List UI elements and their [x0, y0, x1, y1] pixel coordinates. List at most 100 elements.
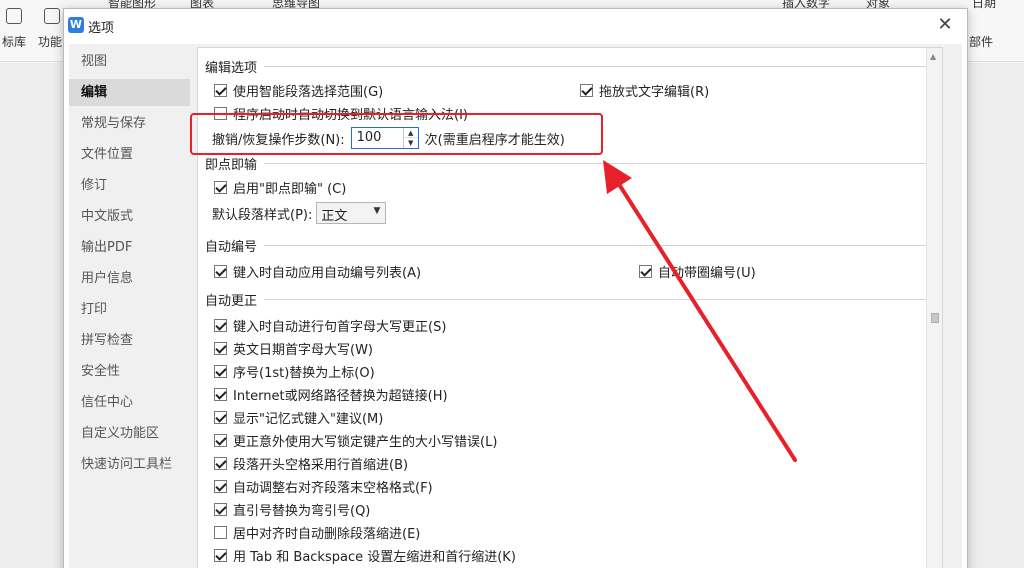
auto-ime-checkbox[interactable] — [214, 106, 227, 120]
ac-checkbox-6[interactable] — [214, 433, 227, 447]
ac-option-7[interactable]: 段落开头空格采用行首缩进(B) — [214, 454, 409, 473]
auto-correct-divider — [264, 299, 936, 300]
ac-option-4[interactable]: Internet或网络路径替换为超链接(H) — [214, 385, 448, 404]
sidebar-item-quick-access[interactable]: 快速访问工具栏 — [69, 451, 190, 478]
bg-tool-library[interactable]: 标库 — [2, 33, 26, 50]
bg-tool-date[interactable]: 日期 — [972, 0, 996, 11]
ac-label-7: 段落开头空格采用行首缩进(B) — [233, 457, 409, 473]
ac-label-5: 显示"记忆式键入"建议(M) — [233, 411, 384, 427]
spinner-down-arrow-icon[interactable]: ▼ — [404, 138, 418, 148]
sidebar-item-chinese-layout[interactable]: 中文版式 — [69, 203, 190, 230]
ac-option-11[interactable]: 用 Tab 和 Backspace 设置左缩进和首行缩进(K) — [214, 546, 516, 565]
circled-number-label: 自动带圈编号(U) — [658, 265, 756, 281]
options-content-panel: 编辑选项 使用智能段落选择范围(G) 拖放式文字编辑(R) 程序启动时自动切换到… — [197, 47, 943, 568]
dialog-body: 视图 编辑 常规与保存 文件位置 修订 中文版式 输出PDF 用户信息 打印 拼… — [69, 44, 962, 568]
ac-option-8[interactable]: 自动调整右对齐段落末空格格式(F) — [214, 477, 433, 496]
ac-checkbox-11[interactable] — [214, 548, 227, 562]
ac-option-3[interactable]: 序号(1st)替换为上标(O) — [214, 362, 375, 381]
auto-list-option[interactable]: 键入时自动应用自动编号列表(A) — [214, 262, 421, 281]
spinner-up-arrow-icon[interactable]: ▲ — [403, 128, 418, 138]
undo-steps-suffix: 次(需重启程序才能生效) — [424, 132, 565, 148]
ac-checkbox-5[interactable] — [214, 410, 227, 424]
ac-label-3: 序号(1st)替换为上标(O) — [233, 365, 375, 381]
auto-numbering-divider — [264, 245, 936, 246]
ac-checkbox-3[interactable] — [214, 364, 227, 378]
sidebar-item-general-save[interactable]: 常规与保存 — [69, 110, 190, 137]
auto-list-checkbox[interactable] — [214, 264, 227, 278]
sidebar-item-customize-ribbon[interactable]: 自定义功能区 — [69, 420, 190, 447]
default-style-row: 默认段落样式(P): 正文 ▼ — [212, 202, 387, 224]
sidebar-item-trust-center[interactable]: 信任中心 — [69, 389, 190, 416]
sidebar-item-revision[interactable]: 修订 — [69, 172, 190, 199]
ac-label-10: 居中对齐时自动删除段落缩进(E) — [233, 526, 421, 542]
undo-steps-row: 撤销/恢复操作步数(N): 100 ▲ ▼ 次(需重启程序才能生效) — [212, 126, 565, 150]
click-type-header: 即点即输 — [205, 158, 258, 173]
ac-checkbox-9[interactable] — [214, 502, 227, 516]
auto-correct-header: 自动更正 — [205, 294, 258, 309]
ac-checkbox-8[interactable] — [214, 479, 227, 493]
circled-number-option[interactable]: 自动带圈编号(U) — [639, 262, 756, 281]
bg-tool-functions[interactable]: 功能 — [38, 33, 62, 50]
bg-tool-parts[interactable]: 部件 — [969, 33, 993, 50]
scroll-up-arrow-icon[interactable]: ▲ — [930, 52, 936, 61]
close-button[interactable]: ✕ — [935, 15, 955, 35]
sidebar-item-print[interactable]: 打印 — [69, 296, 190, 323]
click-type-option[interactable]: 启用"即点即输" (C) — [214, 178, 347, 197]
click-type-divider — [264, 163, 936, 164]
ac-label-2: 英文日期首字母大写(W) — [233, 342, 373, 358]
auto-numbering-header: 自动编号 — [205, 240, 258, 255]
ac-checkbox-2[interactable] — [214, 341, 227, 355]
default-style-value: 正文 — [321, 209, 348, 224]
circled-number-checkbox[interactable] — [639, 264, 652, 278]
ac-checkbox-7[interactable] — [214, 456, 227, 470]
sidebar-item-spelling[interactable]: 拼写检查 — [69, 327, 190, 354]
ac-label-11: 用 Tab 和 Backspace 设置左缩进和首行缩进(K) — [233, 549, 516, 565]
dropdown-arrow-icon: ▼ — [373, 206, 381, 216]
ac-label-1: 键入时自动进行句首字母大写更正(S) — [233, 319, 447, 335]
ac-checkbox-10[interactable] — [214, 525, 227, 539]
ac-option-6[interactable]: 更正意外使用大写锁定键产生的大小写错误(L) — [214, 431, 498, 450]
spinner-buttons: ▲ ▼ — [402, 128, 418, 148]
default-style-label: 默认段落样式(P): — [212, 207, 313, 223]
drag-drop-checkbox[interactable] — [580, 83, 593, 97]
dialog-title: 选项 — [88, 21, 115, 36]
ac-checkbox-4[interactable] — [214, 387, 227, 401]
undo-steps-value[interactable]: 100 — [357, 130, 382, 145]
function-icon — [44, 8, 60, 24]
sidebar-item-edit[interactable]: 编辑 — [69, 79, 190, 106]
drag-drop-label: 拖放式文字编辑(R) — [599, 84, 710, 100]
sidebar-item-security[interactable]: 安全性 — [69, 358, 190, 385]
ac-option-10[interactable]: 居中对齐时自动删除段落缩进(E) — [214, 523, 421, 542]
smart-paragraph-option[interactable]: 使用智能段落选择范围(G) — [214, 81, 384, 100]
auto-ime-label: 程序启动时自动切换到默认语言输入法(I) — [233, 107, 468, 123]
scroll-thumb[interactable] — [931, 313, 939, 323]
ac-option-9[interactable]: 直引号替换为弯引号(Q) — [214, 500, 371, 519]
sidebar-item-export-pdf[interactable]: 输出PDF — [69, 234, 190, 261]
drag-drop-option[interactable]: 拖放式文字编辑(R) — [580, 81, 710, 100]
content-scrollbar[interactable]: ▲ — [926, 48, 942, 568]
ac-label-8: 自动调整右对齐段落末空格格式(F) — [233, 480, 433, 496]
edit-options-divider — [264, 66, 936, 67]
ac-checkbox-1[interactable] — [214, 318, 227, 332]
ac-option-1[interactable]: 键入时自动进行句首字母大写更正(S) — [214, 316, 447, 335]
sidebar-item-file-location[interactable]: 文件位置 — [69, 141, 190, 168]
ac-label-6: 更正意外使用大写锁定键产生的大小写错误(L) — [233, 434, 498, 450]
edit-options-header: 编辑选项 — [205, 61, 258, 76]
click-type-checkbox[interactable] — [214, 180, 227, 194]
auto-ime-option[interactable]: 程序启动时自动切换到默认语言输入法(I) — [214, 104, 468, 123]
sidebar-item-view[interactable]: 视图 — [69, 48, 190, 75]
wps-writer-logo-icon: W — [68, 17, 84, 33]
sidebar-item-user-info[interactable]: 用户信息 — [69, 265, 190, 292]
dialog-titlebar: W 选项 ✕ — [64, 9, 967, 43]
options-dialog: W 选项 ✕ 视图 编辑 常规与保存 文件位置 修订 中文版式 输出PDF 用户… — [63, 8, 968, 568]
ac-option-5[interactable]: 显示"记忆式键入"建议(M) — [214, 408, 384, 427]
ac-option-2[interactable]: 英文日期首字母大写(W) — [214, 339, 373, 358]
ac-label-9: 直引号替换为弯引号(Q) — [233, 503, 371, 519]
smart-paragraph-checkbox[interactable] — [214, 83, 227, 97]
default-style-select[interactable]: 正文 ▼ — [316, 202, 387, 224]
undo-steps-spinner[interactable]: 100 ▲ ▼ — [350, 127, 419, 149]
ac-label-4: Internet或网络路径替换为超链接(H) — [233, 388, 448, 404]
smart-paragraph-label: 使用智能段落选择范围(G) — [233, 84, 384, 100]
click-type-label: 启用"即点即输" (C) — [233, 181, 347, 197]
library-icon — [6, 8, 22, 24]
